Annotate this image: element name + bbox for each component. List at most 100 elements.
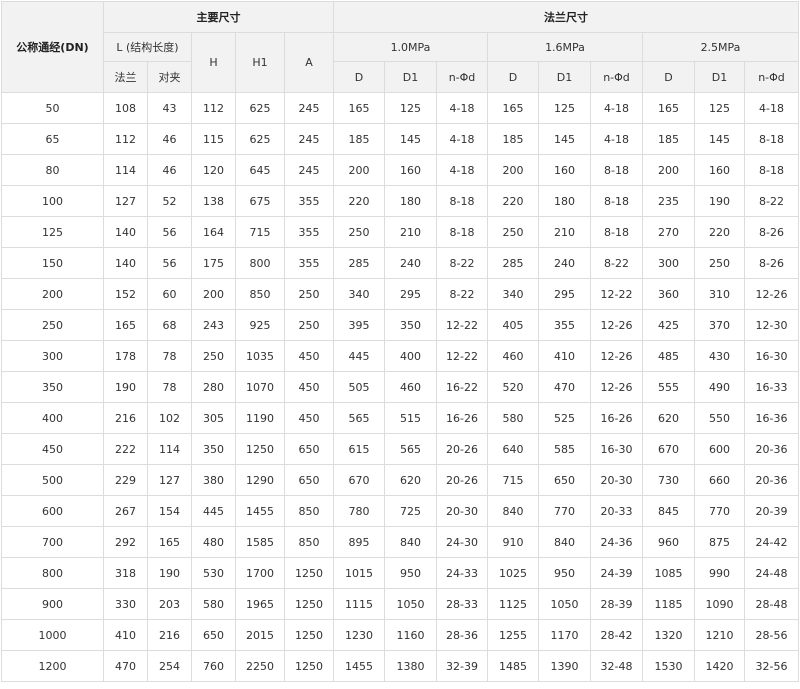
- a-cell: 650: [284, 433, 334, 465]
- table-row: 900 330 203 580 1965 1250 1115 1050 28-33 1125 105…: [1, 588, 799, 620]
- p3-d1-header: D1: [694, 61, 745, 93]
- a-header: A: [284, 32, 334, 93]
- l-wafer-cell: 102: [147, 402, 192, 434]
- p2-d-cell: 1255: [487, 619, 539, 651]
- p3-d-cell: 620: [642, 402, 695, 434]
- p3-nd-cell: 28-56: [744, 619, 799, 651]
- table-row: 1000 410 216 650 2015 1250 1230 1160 28-36 1255 11…: [1, 619, 799, 651]
- p2-d1-cell: 145: [538, 123, 591, 155]
- h1-cell: 675: [235, 185, 285, 217]
- p2-d1-cell: 180: [538, 185, 591, 217]
- l-wafer-cell: 190: [147, 557, 192, 589]
- p3-d1-cell: 430: [694, 340, 745, 372]
- table-row: 65 112 46 115 625 245 185 145 4-18 185 145 4-18 185 1…: [1, 123, 799, 155]
- table-row: 80 114 46 120 645 245 200 160 4-18 200 160 8-18 200 1…: [1, 154, 799, 186]
- p3-nd-cell: 12-26: [744, 278, 799, 310]
- h1-cell: 1455: [235, 495, 285, 527]
- p2-d-cell: 520: [487, 371, 539, 403]
- p1-d1-cell: 565: [384, 433, 437, 465]
- h1-cell: 925: [235, 309, 285, 341]
- p3-d1-cell: 660: [694, 464, 745, 496]
- l-flange-cell: 127: [103, 185, 148, 217]
- p3-d-cell: 300: [642, 247, 695, 279]
- h1-cell: 1585: [235, 526, 285, 558]
- p3-nd-cell: 16-36: [744, 402, 799, 434]
- h-cell: 650: [191, 619, 236, 651]
- l-wafer-cell: 127: [147, 464, 192, 496]
- a-cell: 450: [284, 340, 334, 372]
- p3-d1-cell: 145: [694, 123, 745, 155]
- p3-d-cell: 235: [642, 185, 695, 217]
- table-row: 150 140 56 175 800 355 285 240 8-22 285 240 8-22 300…: [1, 247, 799, 279]
- p1-d-cell: 615: [333, 433, 385, 465]
- p1-nd-cell: 8-22: [436, 247, 488, 279]
- h1-cell: 625: [235, 92, 285, 124]
- p1-d1-cell: 145: [384, 123, 437, 155]
- flange-dimensions-header: 法兰尺寸: [333, 1, 799, 33]
- p2-d1-cell: 355: [538, 309, 591, 341]
- table-row: 350 190 78 280 1070 450 505 460 16-22 520 470 12-26…: [1, 371, 799, 403]
- pressure-2-5-header: 2.5MPa: [642, 32, 799, 62]
- p1-d1-cell: 180: [384, 185, 437, 217]
- p2-d-cell: 840: [487, 495, 539, 527]
- a-cell: 355: [284, 247, 334, 279]
- l-flange-cell: 112: [103, 123, 148, 155]
- p2-nd-cell: 16-26: [590, 402, 643, 434]
- table-row: 100 127 52 138 675 355 220 180 8-18 220 180 8-18 235…: [1, 185, 799, 217]
- p3-nd-cell: 28-48: [744, 588, 799, 620]
- p1-nd-cell: 4-18: [436, 92, 488, 124]
- l-wafer-cell: 56: [147, 216, 192, 248]
- h-cell: 530: [191, 557, 236, 589]
- h1-cell: 1965: [235, 588, 285, 620]
- p1-d-cell: 670: [333, 464, 385, 496]
- l-wafer-cell: 78: [147, 371, 192, 403]
- l-wafer-cell: 46: [147, 154, 192, 186]
- dn-cell: 80: [1, 154, 104, 186]
- h-cell: 480: [191, 526, 236, 558]
- l-wafer-cell: 154: [147, 495, 192, 527]
- l-flange-cell: 318: [103, 557, 148, 589]
- a-cell: 650: [284, 464, 334, 496]
- l-flange-cell: 190: [103, 371, 148, 403]
- p3-d1-cell: 600: [694, 433, 745, 465]
- p1-d1-cell: 210: [384, 216, 437, 248]
- a-cell: 1250: [284, 557, 334, 589]
- p2-d-cell: 1025: [487, 557, 539, 589]
- p2-d1-cell: 1170: [538, 619, 591, 651]
- a-cell: 850: [284, 495, 334, 527]
- table-row: 250 165 68 243 925 250 395 350 12-22 405 355 12-26 4…: [1, 309, 799, 341]
- h1-cell: 1290: [235, 464, 285, 496]
- p2-nd-cell: 4-18: [590, 92, 643, 124]
- h1-cell: 1190: [235, 402, 285, 434]
- p2-d1-cell: 585: [538, 433, 591, 465]
- h1-cell: 1250: [235, 433, 285, 465]
- p1-d1-cell: 620: [384, 464, 437, 496]
- p2-d-cell: 405: [487, 309, 539, 341]
- dn-cell: 450: [1, 433, 104, 465]
- l-wafer-cell: 43: [147, 92, 192, 124]
- p2-d-cell: 910: [487, 526, 539, 558]
- p3-nd-cell: 8-18: [744, 154, 799, 186]
- p1-nd-cell: 20-30: [436, 495, 488, 527]
- table-row: 400 216 102 305 1190 450 565 515 16-26 580 525 16-2…: [1, 402, 799, 434]
- p2-nd-cell: 32-48: [590, 650, 643, 682]
- p2-d-cell: 1485: [487, 650, 539, 682]
- l-wafer-cell: 254: [147, 650, 192, 682]
- table-row: 125 140 56 164 715 355 250 210 8-18 250 210 8-18 270…: [1, 216, 799, 248]
- l-flange-cell: 470: [103, 650, 148, 682]
- p2-nd-header: n-Φd: [590, 61, 643, 93]
- l-wafer-cell: 78: [147, 340, 192, 372]
- h-cell: 250: [191, 340, 236, 372]
- p3-d-cell: 1185: [642, 588, 695, 620]
- h-cell: 112: [191, 92, 236, 124]
- h-cell: 350: [191, 433, 236, 465]
- p2-nd-cell: 28-42: [590, 619, 643, 651]
- h-cell: 380: [191, 464, 236, 496]
- p1-d1-cell: 295: [384, 278, 437, 310]
- dn-cell: 200: [1, 278, 104, 310]
- h-cell: 580: [191, 588, 236, 620]
- p2-nd-cell: 8-18: [590, 185, 643, 217]
- p1-nd-header: n-Φd: [436, 61, 488, 93]
- p1-d1-cell: 515: [384, 402, 437, 434]
- p3-d-cell: 425: [642, 309, 695, 341]
